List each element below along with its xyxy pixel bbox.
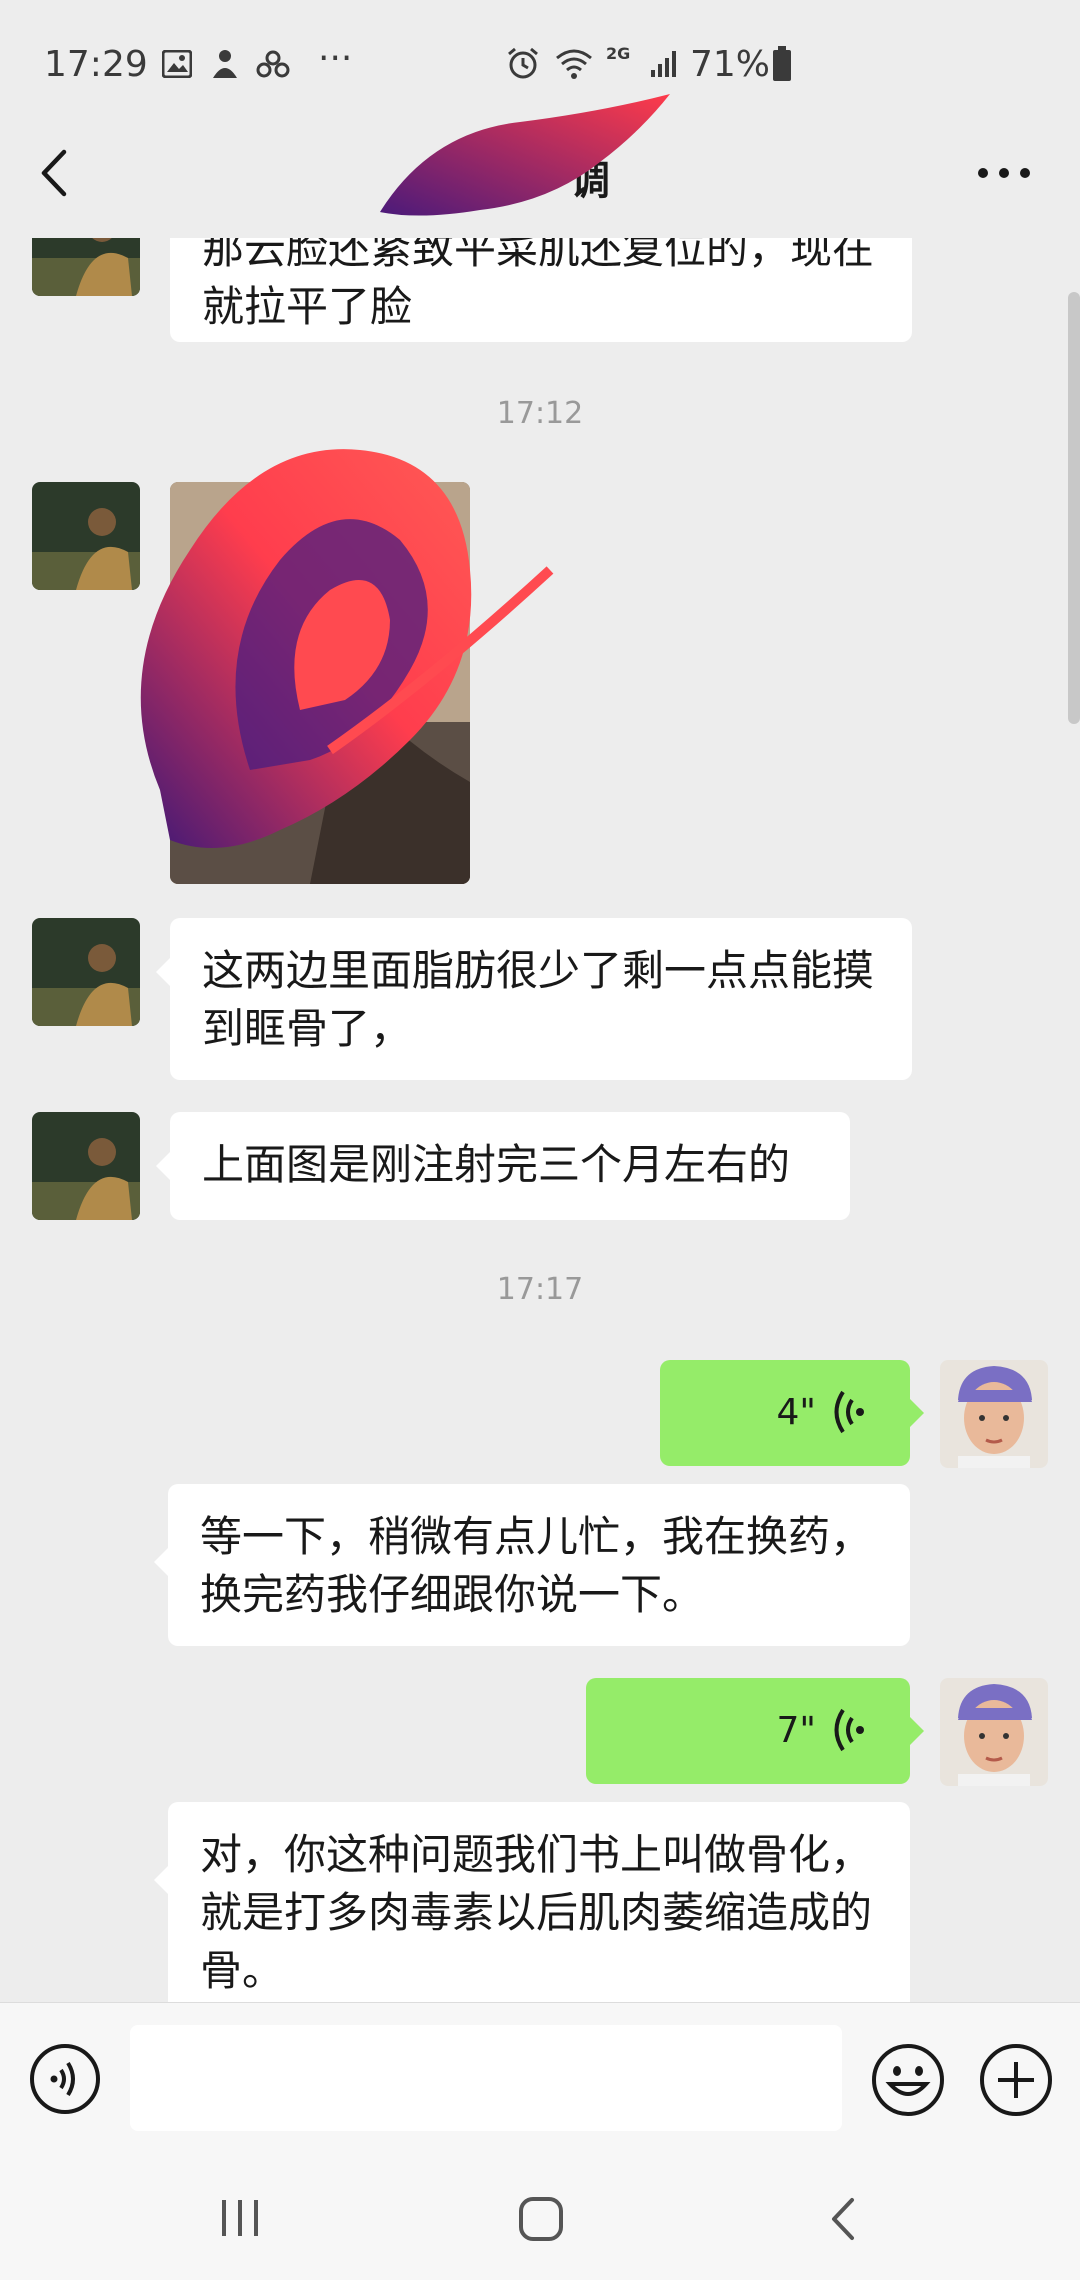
bubble-tail [156,1152,170,1180]
system-back-icon[interactable] [828,2196,858,2242]
voice-duration: 7" [776,1710,816,1751]
message-list[interactable]: 那云脸还紧致平菜肌还复位的，现在就拉平了脸 17:12 这两边里面脂肪很少了剩一 [0,238,1080,2002]
message-input[interactable] [130,2025,842,2131]
message-text: 对，你这种问题我们书上叫做骨化，就是打多肉毒素以后肌肉萎缩造成的骨。 [200,1830,873,1995]
scrollbar[interactable] [1068,292,1080,724]
alarm-icon [508,47,538,79]
status-time: 17:29 [44,44,148,85]
back-icon[interactable] [36,146,72,200]
avatar[interactable] [32,1112,140,1220]
message-text: 那云脸还紧致平菜肌还复位的，现在就拉平了脸 [202,238,875,331]
system-navigation-bar [0,2152,1080,2280]
message-bubble[interactable]: 这两边里面脂肪很少了剩一点点能摸到眶骨了， [170,918,912,1080]
battery-icon [773,46,791,81]
bubble-tail [910,1399,924,1427]
app-notification-icon [213,50,237,78]
bubble-tail [154,1866,168,1894]
avatar[interactable] [32,482,140,590]
voice-wave-icon [834,1390,864,1434]
signal-icon [651,51,676,77]
voice-message-bubble[interactable]: 4" [660,1360,910,1466]
message-bubble[interactable]: 那云脸还紧致平菜肌还复位的，现在就拉平了脸 [170,238,912,342]
gallery-notification-icon [162,50,192,78]
network-type: 2G [606,44,631,63]
message-text: 等一下，稍微有点儿忙，我在换药，换完药我仔细跟你说一下。 [200,1512,873,1619]
image-redaction-scribble [140,449,554,848]
battery-percent: 71% [690,44,771,85]
avatar[interactable] [32,918,140,1026]
message-bubble[interactable]: 对，你这种问题我们书上叫做骨化，就是打多肉毒素以后肌肉萎缩造成的骨。 [168,1802,910,2002]
status-more: ··· [318,38,353,79]
my-avatar[interactable] [940,1360,1048,1468]
emoji-icon[interactable] [870,2042,946,2118]
my-avatar[interactable] [940,1678,1048,1786]
voice-wave-icon [834,1708,864,1752]
plus-icon[interactable] [978,2042,1054,2118]
link-notification-icon [256,50,290,78]
bubble-tail [156,958,170,986]
recent-apps-icon[interactable] [218,2198,262,2238]
message-text: 上面图是刚注射完三个月左右的 [202,1140,791,1189]
avatar[interactable] [32,238,140,296]
home-icon[interactable] [518,2196,564,2242]
voice-duration: 4" [776,1392,816,1433]
bubble-tail [910,1717,924,1745]
wifi-icon [556,49,592,79]
timestamp: 17:17 [496,1272,584,1307]
message-bubble[interactable]: 等一下，稍微有点儿忙，我在换药，换完药我仔细跟你说一下。 [168,1484,910,1646]
message-bubble[interactable]: 上面图是刚注射完三个月左右的 [170,1112,850,1220]
message-text: 这两边里面脂肪很少了剩一点点能摸到眶骨了， [202,946,875,1053]
voice-input-icon[interactable] [28,2042,102,2116]
more-icon[interactable] [976,166,1032,180]
voice-message-bubble[interactable]: 7" [586,1678,910,1784]
bubble-tail [154,1548,168,1576]
title-redaction-scribble [380,94,670,216]
